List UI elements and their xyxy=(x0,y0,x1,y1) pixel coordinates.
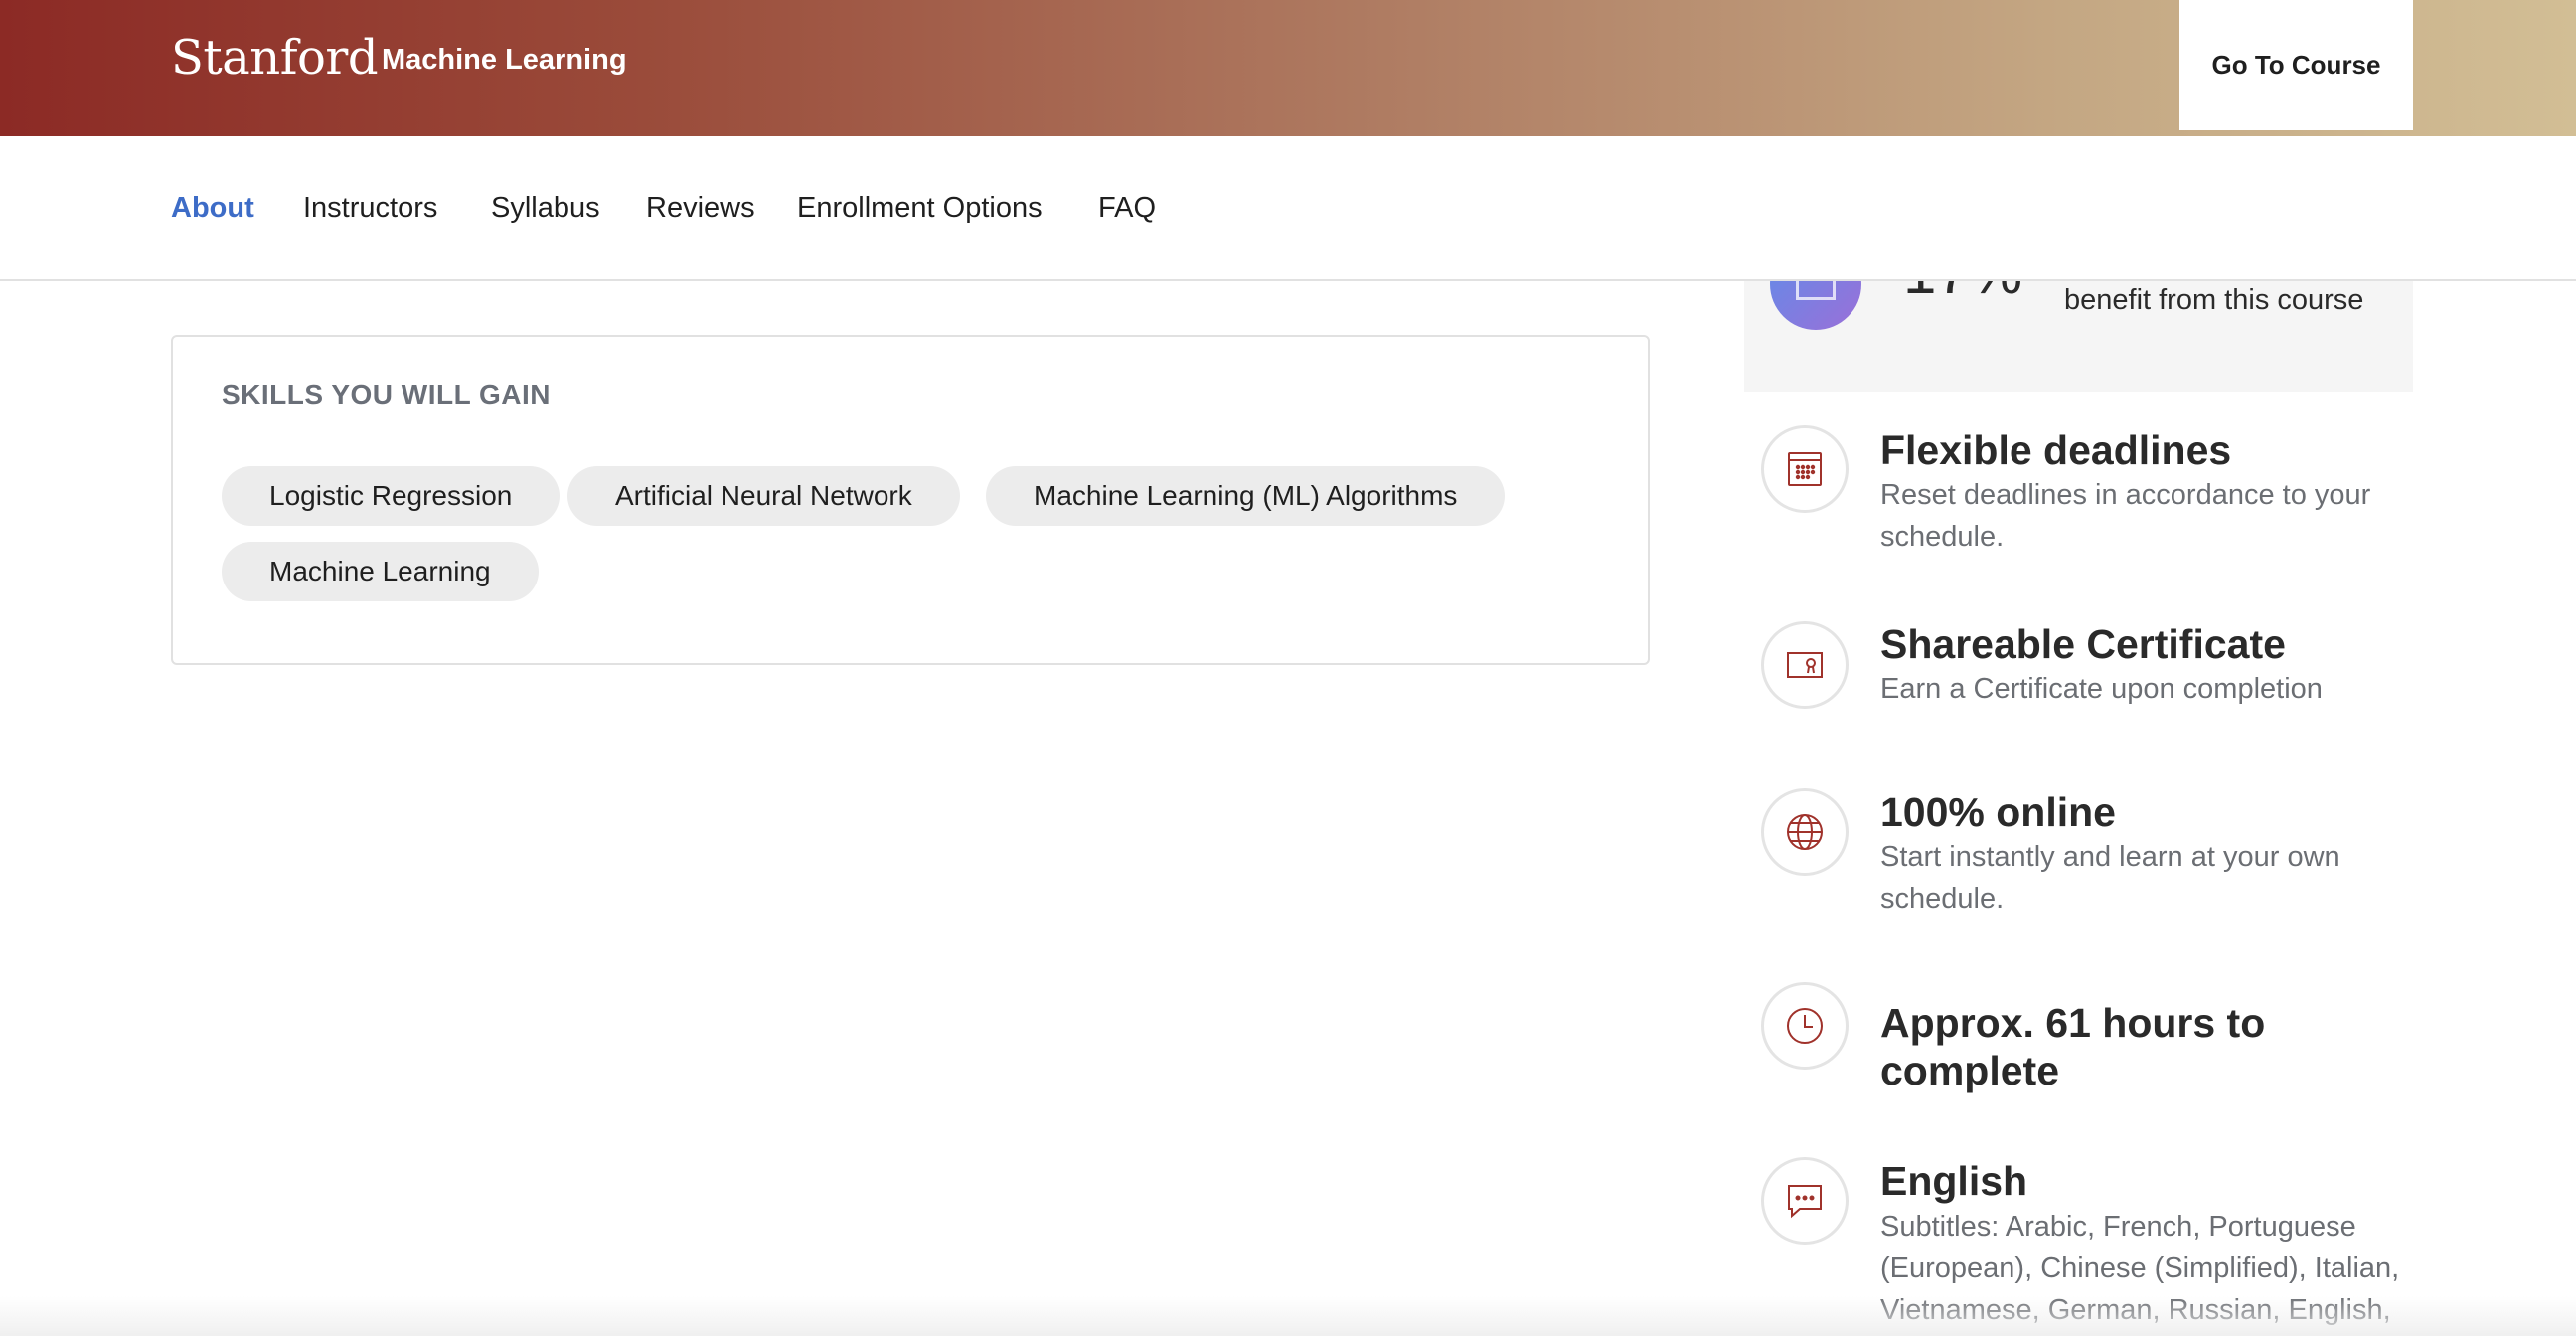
nav-tab-enrollment-options[interactable]: Enrollment Options xyxy=(797,192,1043,225)
skill-chip[interactable]: Machine Learning xyxy=(222,542,539,601)
nav-tab-syllabus[interactable]: Syllabus xyxy=(491,192,600,225)
benefit-stat-box: 17% benefit from this course xyxy=(1744,278,2413,392)
clock-icon xyxy=(1761,982,1849,1070)
nav-tab-faq[interactable]: FAQ xyxy=(1098,192,1156,225)
feature-title-hours-to-complete: Approx. 61 hours to complete xyxy=(1880,1000,2266,1093)
nav-tab-reviews[interactable]: Reviews xyxy=(646,192,755,225)
nav-tab-about[interactable]: About xyxy=(171,192,254,225)
benefit-percentage: 17% xyxy=(1903,278,2022,307)
feature-desc-shareable-certificate: Earn a Certificate upon completion xyxy=(1880,673,2323,705)
go-to-course-button[interactable]: Go To Course xyxy=(2179,0,2413,130)
nav-tab-instructors[interactable]: Instructors xyxy=(303,192,437,225)
career-benefit-icon xyxy=(1770,278,1861,330)
course-header-banner: Stanford Machine Learning Go To Course xyxy=(0,0,2576,136)
feature-title-language: English xyxy=(1880,1158,2028,1204)
feature-title-shareable-certificate: Shareable Certificate xyxy=(1880,621,2286,667)
feature-desc-100-online: Start instantly and learn at your own sc… xyxy=(1880,841,2340,915)
feature-desc-flexible-deadlines: Reset deadlines in accordance to your sc… xyxy=(1880,479,2371,553)
skill-chip[interactable]: Logistic Regression xyxy=(222,466,561,526)
skill-chip[interactable]: Artificial Neural Network xyxy=(567,466,960,526)
feature-title-100-online: 100% online xyxy=(1880,789,2116,835)
stanford-logo[interactable]: Stanford xyxy=(171,30,379,85)
chat-icon xyxy=(1761,1157,1849,1245)
skills-card: SKILLS YOU WILL GAIN Logistic Regression… xyxy=(171,335,1650,665)
benefit-text: benefit from this course xyxy=(2064,284,2364,316)
course-title: Machine Learning xyxy=(382,44,627,76)
skills-heading: SKILLS YOU WILL GAIN xyxy=(222,379,551,410)
bottom-scroll-fade xyxy=(0,1296,2576,1336)
globe-icon xyxy=(1761,788,1849,876)
certificate-icon xyxy=(1761,621,1849,709)
skill-chip[interactable]: Machine Learning (ML) Algorithms xyxy=(986,466,1506,526)
feature-title-flexible-deadlines: Flexible deadlines xyxy=(1880,427,2232,473)
calendar-icon xyxy=(1761,425,1849,513)
section-nav: About Instructors Syllabus Reviews Enrol… xyxy=(0,136,2576,281)
